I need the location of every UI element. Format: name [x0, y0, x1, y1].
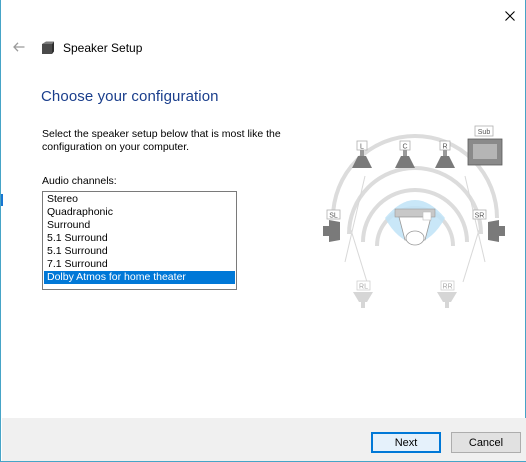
list-item-7-1-surround[interactable]: 7.1 Surround: [44, 258, 235, 271]
speaker-setup-window: Speaker Setup Choose your configuration …: [0, 0, 526, 462]
speaker-rear-left[interactable]: RL: [353, 280, 373, 308]
back-arrow-icon: [13, 42, 25, 52]
edge-marker: [1, 194, 3, 206]
speaker-diagram: L C R Sub SL SR RL RR: [323, 125, 505, 308]
audio-channels-listbox[interactable]: Stereo Quadraphonic Surround 5.1 Surroun…: [42, 191, 237, 290]
speaker-label-rl: RL: [359, 284, 368, 291]
speaker-label-l: L: [360, 144, 364, 151]
list-item-stereo[interactable]: Stereo: [44, 193, 235, 206]
speaker-label-sr: SR: [475, 213, 485, 220]
back-button[interactable]: [9, 38, 29, 56]
window-title: Speaker Setup: [63, 41, 143, 55]
speaker-label-r: R: [442, 144, 447, 151]
page-heading: Choose your configuration: [41, 88, 219, 105]
title-row: Speaker Setup: [41, 40, 142, 56]
cancel-button[interactable]: Cancel: [451, 432, 521, 453]
footer-bar: [2, 418, 526, 461]
speaker-side-right[interactable]: SR: [472, 209, 505, 242]
instructions-text: Select the speaker setup below that is m…: [42, 128, 281, 153]
close-button[interactable]: [498, 6, 522, 26]
speaker-label-sub: Sub: [478, 129, 491, 136]
audio-channels-label: Audio channels:: [42, 175, 117, 187]
speaker-rear-right[interactable]: RR: [437, 280, 457, 308]
close-icon: [505, 11, 515, 21]
list-item-quadraphonic[interactable]: Quadraphonic: [44, 206, 235, 219]
speaker-label-sl: SL: [329, 213, 338, 220]
next-button[interactable]: Next: [371, 432, 441, 453]
speaker-front-left[interactable]: L: [352, 140, 372, 168]
speaker-label-c: C: [402, 144, 407, 151]
subwoofer[interactable]: Sub: [467, 125, 503, 166]
list-item-5-1-surround-b[interactable]: 5.1 Surround: [44, 245, 235, 258]
speaker-center[interactable]: C: [395, 140, 415, 168]
speaker-side-left[interactable]: SL: [323, 209, 341, 242]
list-item-5-1-surround-a[interactable]: 5.1 Surround: [44, 232, 235, 245]
speaker-label-rr: RR: [442, 284, 452, 291]
list-item-surround[interactable]: Surround: [44, 219, 235, 232]
list-item-dolby-atmos[interactable]: Dolby Atmos for home theater: [44, 271, 235, 284]
speaker-icon: [42, 41, 54, 54]
